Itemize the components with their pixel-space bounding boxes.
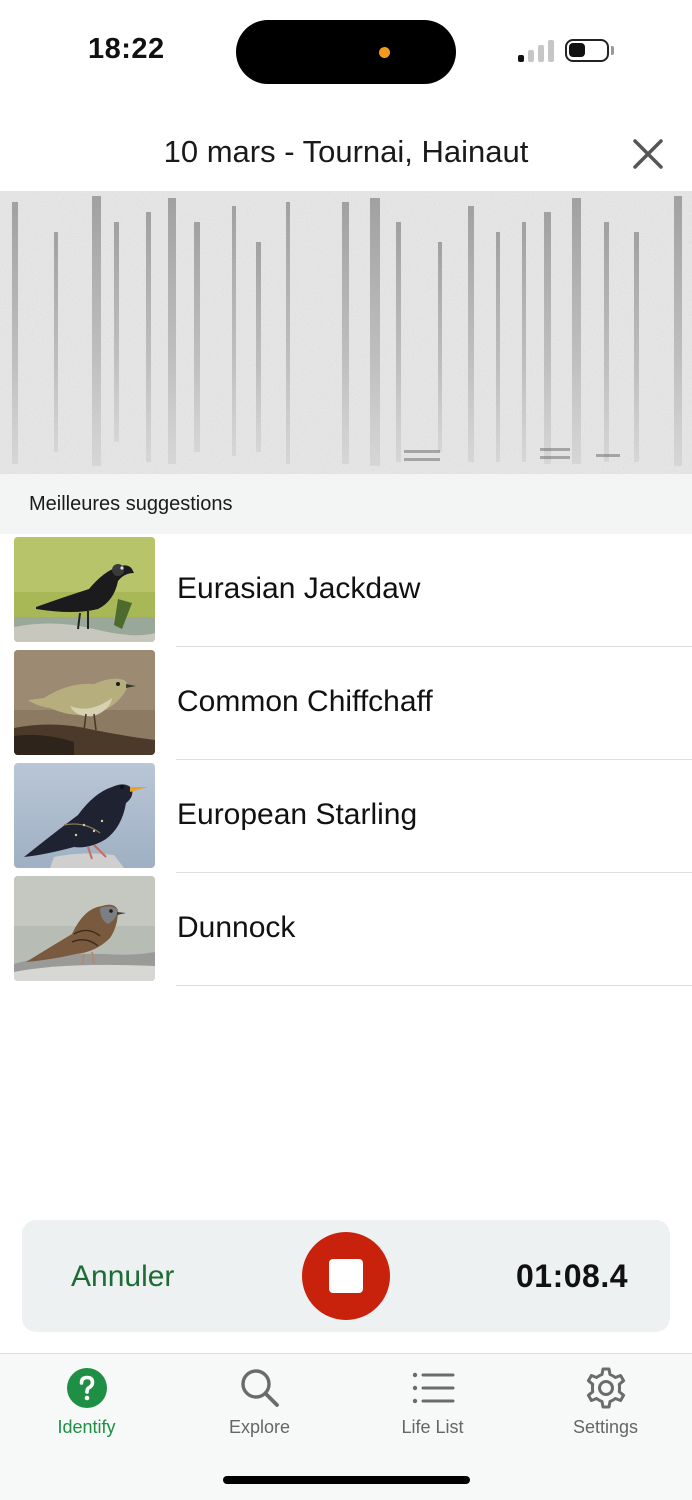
home-indicator <box>223 1476 470 1484</box>
close-icon <box>633 139 663 169</box>
species-name: Dunnock <box>177 911 296 944</box>
divider <box>176 985 692 986</box>
dunnock-photo <box>14 876 155 981</box>
stop-icon <box>329 1259 363 1293</box>
dynamic-island <box>236 20 456 84</box>
list-icon <box>412 1372 454 1404</box>
close-button[interactable] <box>626 132 670 176</box>
stop-recording-button[interactable] <box>302 1232 390 1320</box>
tab-explore[interactable]: Explore <box>173 1354 346 1454</box>
list-item[interactable]: European Starling <box>0 760 692 873</box>
jackdaw-photo <box>14 537 155 642</box>
recording-timer: 01:08.4 <box>515 1258 628 1294</box>
tab-settings[interactable]: Settings <box>519 1354 692 1454</box>
recording-header: 10 mars - Tournai, Hainaut <box>0 112 692 192</box>
tab-identify[interactable]: Identify <box>0 1354 173 1454</box>
recording-controls: Annuler 01:08.4 <box>22 1220 670 1332</box>
privacy-indicator-dot <box>379 47 390 58</box>
search-icon <box>240 1369 279 1407</box>
cancel-button[interactable]: Annuler <box>71 1260 174 1294</box>
list-item[interactable]: Common Chiffchaff <box>0 647 692 760</box>
tab-label: Settings <box>572 1417 639 1437</box>
species-name: Common Chiffchaff <box>177 685 433 718</box>
species-name: European Starling <box>177 798 418 831</box>
tab-label: Explore <box>228 1417 291 1437</box>
suggestions-list: Eurasian Jackdaw Common Chiffchaff Europ… <box>0 534 692 986</box>
starling-photo <box>14 763 155 868</box>
signal-icon <box>518 40 554 62</box>
suggestions-section-header: Meilleures suggestions <box>0 474 692 534</box>
battery-level <box>569 43 585 57</box>
status-time: 18:22 <box>88 33 165 65</box>
tab-label: Life List <box>401 1417 464 1437</box>
status-bar: 18:22 <box>0 0 692 100</box>
list-item[interactable]: Dunnock <box>0 873 692 986</box>
chiffchaff-photo <box>14 650 155 755</box>
page-title: 10 mars - Tournai, Hainaut <box>163 134 529 169</box>
battery-tip <box>611 46 614 55</box>
tab-life-list[interactable]: Life List <box>346 1354 519 1454</box>
tab-label: Identify <box>57 1417 116 1437</box>
spectrogram <box>0 192 692 474</box>
species-name: Eurasian Jackdaw <box>177 572 421 605</box>
spectrogram-image <box>0 192 692 474</box>
battery-icon <box>565 39 609 62</box>
gear-icon <box>586 1367 625 1409</box>
list-item[interactable]: Eurasian Jackdaw <box>0 534 692 647</box>
question-icon <box>66 1368 107 1408</box>
section-title: Meilleures suggestions <box>29 493 233 515</box>
